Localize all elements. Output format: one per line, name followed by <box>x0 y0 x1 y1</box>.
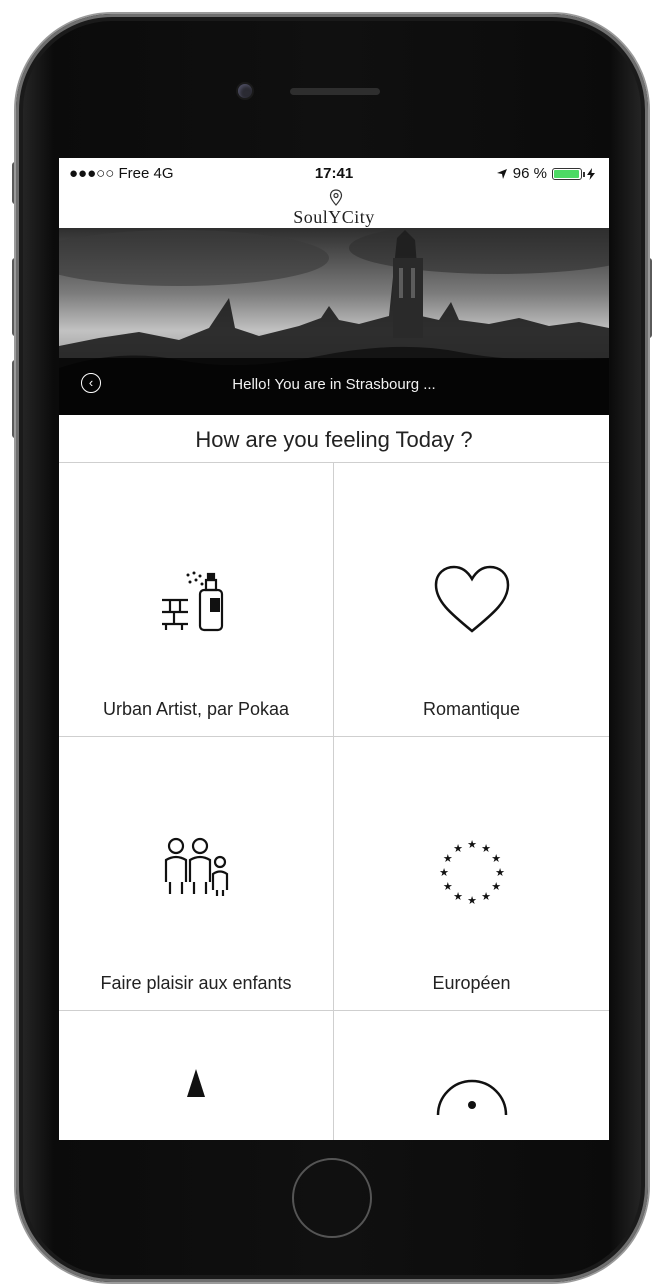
charging-bolt-icon <box>587 167 595 180</box>
page: ●●●○○ Free 4G 17:41 96 % SoulYCity ‹ Hel… <box>0 0 670 1287</box>
app-header: SoulYCity <box>59 186 609 228</box>
app-logo-text: SoulYCity <box>293 207 375 227</box>
city-banner: ‹ Hello! You are in Strasbourg ... <box>59 228 609 415</box>
eu-star: ★ <box>481 891 491 903</box>
mood-tile-urban-artist[interactable]: Urban Artist, par Pokaa <box>59 463 334 737</box>
earpiece-speaker <box>290 88 380 95</box>
mood-grid: Urban Artist, par Pokaa Romantique Faire… <box>59 463 609 1140</box>
status-right: 96 % <box>496 165 595 182</box>
eu-star: ★ <box>481 843 491 855</box>
eu-star: ★ <box>467 895 477 907</box>
app-logo: SoulYCity <box>293 189 375 228</box>
mood-tile-romantique[interactable]: Romantique <box>334 463 609 737</box>
mood-label: Européen <box>432 973 511 993</box>
location-arrow-icon <box>496 168 507 179</box>
eu-star: ★ <box>453 891 463 903</box>
mood-question: How are you feeling Today ? <box>59 418 609 463</box>
location-greeting: Hello! You are in Strasbourg ... <box>232 376 436 393</box>
mood-label: Faire plaisir aux enfants <box>100 973 292 993</box>
front-camera <box>238 84 252 98</box>
screen: ●●●○○ Free 4G 17:41 96 % SoulYCity ‹ Hel… <box>59 158 609 1140</box>
chevron-left-icon: ‹ <box>88 375 94 390</box>
map-pin-icon <box>330 189 343 206</box>
battery-percent: 96 % <box>512 165 547 182</box>
eu-star: ★ <box>442 853 452 865</box>
spray-paint-icon <box>59 558 333 643</box>
mood-label: Romantique <box>422 699 521 719</box>
mood-tile-partial-right[interactable] <box>334 1011 609 1140</box>
mood-tile-partial-left[interactable] <box>59 1011 334 1140</box>
home-button[interactable] <box>292 1158 372 1238</box>
eu-star: ★ <box>442 881 452 893</box>
family-icon <box>59 832 333 907</box>
eu-star: ★ <box>453 843 463 855</box>
eu-star: ★ <box>467 839 477 851</box>
eu-star: ★ <box>491 881 501 893</box>
triangle-icon <box>59 1067 333 1102</box>
eu-stars-icon: ★ ★ ★ ★ ★ ★ ★ ★ ★ ★ ★ ★ <box>334 832 609 917</box>
eu-star: ★ <box>439 867 449 879</box>
eu-star: ★ <box>495 867 505 879</box>
heart-icon <box>334 563 609 640</box>
status-bar: ●●●○○ Free 4G 17:41 96 % <box>59 158 609 188</box>
banner-caption-bar: ‹ Hello! You are in Strasbourg ... <box>59 358 609 415</box>
back-button[interactable]: ‹ <box>81 373 101 393</box>
mood-tile-enfants[interactable]: Faire plaisir aux enfants <box>59 737 334 1011</box>
mood-label: Urban Artist, par Pokaa <box>102 699 290 719</box>
eu-star: ★ <box>491 853 501 865</box>
circle-icon <box>334 1075 609 1140</box>
mood-tile-europeen[interactable]: ★ ★ ★ ★ ★ ★ ★ ★ ★ ★ ★ ★ Européen <box>334 737 609 1011</box>
battery-icon <box>552 167 585 180</box>
